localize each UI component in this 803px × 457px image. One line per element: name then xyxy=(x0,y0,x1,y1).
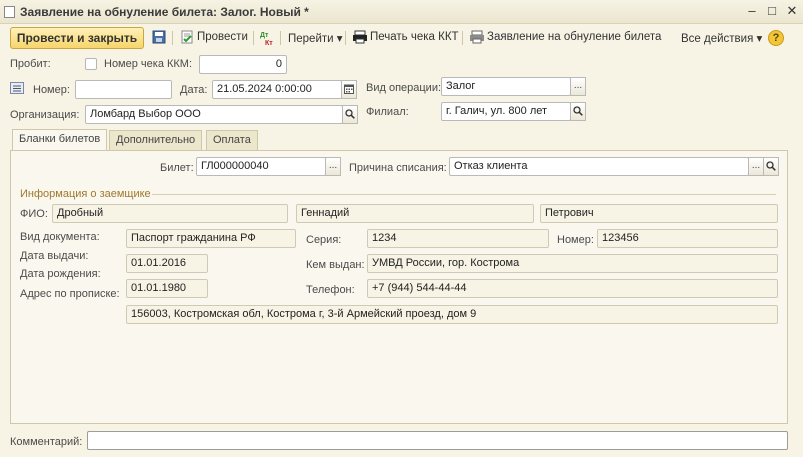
svg-text:Кт: Кт xyxy=(265,40,273,46)
help-icon[interactable]: ? xyxy=(768,30,784,46)
save-icon[interactable] xyxy=(152,30,166,44)
middle-name-field[interactable]: Петрович xyxy=(540,204,778,223)
kkm-check-field[interactable]: 0 xyxy=(199,55,287,74)
statement-print-button[interactable]: Заявление на обнуление билета xyxy=(487,31,661,43)
operation-select-button[interactable]: ... xyxy=(570,77,586,96)
tab-additional[interactable]: Дополнительно xyxy=(109,130,203,150)
toolbar-separator xyxy=(172,31,173,45)
search-icon[interactable] xyxy=(570,102,586,121)
ticket-select-button[interactable]: ... xyxy=(325,157,341,176)
svg-text:Дт: Дт xyxy=(260,32,269,39)
debit-credit-icon[interactable]: Дт Кт xyxy=(260,30,274,47)
all-actions-label: Все действия xyxy=(681,33,754,45)
series-field[interactable]: 1234 xyxy=(367,229,549,248)
birth-date-field[interactable]: 01.01.1980 xyxy=(126,279,208,298)
list-icon[interactable] xyxy=(10,82,24,97)
number-field[interactable] xyxy=(75,80,172,99)
tab-payment[interactable]: Оплата xyxy=(206,130,258,150)
address-label: Адрес по прописке: xyxy=(20,288,120,300)
organization-field[interactable]: Ломбард Выбор ООО xyxy=(85,105,343,124)
printer-icon xyxy=(469,30,484,44)
section-divider xyxy=(152,194,776,195)
punched-checkbox[interactable] xyxy=(85,58,97,70)
calendar-icon[interactable] xyxy=(341,80,357,99)
doc-type-field[interactable]: Паспорт гражданина РФ xyxy=(126,229,296,248)
toolbar: Провести и закрыть Провести Дт Кт Перейти… xyxy=(0,26,803,50)
operation-label: Вид операции: xyxy=(366,82,442,94)
printer-icon xyxy=(352,30,367,44)
date-field[interactable]: 21.05.2024 0:00:00 xyxy=(212,80,342,99)
search-icon[interactable] xyxy=(342,105,358,124)
post-document-icon xyxy=(180,30,194,44)
goto-menu[interactable]: Перейти ▾ xyxy=(288,31,343,45)
doc-number-label: Номер: xyxy=(557,234,594,246)
organization-label: Организация: xyxy=(10,109,80,121)
maximize-button[interactable]: □ xyxy=(764,3,780,19)
phone-label: Телефон: xyxy=(306,284,355,296)
series-label: Серия: xyxy=(306,234,342,246)
toolbar-separator xyxy=(462,31,463,45)
first-name-field[interactable]: Геннадий xyxy=(296,204,534,223)
chevron-down-icon: ▾ xyxy=(336,33,343,45)
issue-date-field[interactable]: 01.01.2016 xyxy=(126,254,208,273)
doc-type-label: Вид документа: xyxy=(20,231,100,243)
minimize-button[interactable]: – xyxy=(744,3,760,19)
search-icon[interactable] xyxy=(763,157,779,176)
toolbar-separator xyxy=(280,31,281,45)
branch-field[interactable]: г. Галич, ул. 800 лет xyxy=(441,102,571,121)
issued-by-field[interactable]: УМВД России, гор. Кострома xyxy=(367,254,778,273)
window-title: Заявление на обнуление билета: Залог. Но… xyxy=(20,5,309,19)
address-field[interactable]: 156003, Костромская обл, Кострома г, 3-й… xyxy=(126,305,778,324)
reason-select-button[interactable]: ... xyxy=(748,157,764,176)
doc-number-field[interactable]: 123456 xyxy=(597,229,778,248)
operation-field[interactable]: Залог xyxy=(441,77,571,96)
reason-field[interactable]: Отказ клиента xyxy=(449,157,749,176)
chevron-down-icon: ▾ xyxy=(756,33,763,45)
kkm-check-label: Номер чека ККМ: xyxy=(104,58,193,70)
phone-field[interactable]: +7 (944) 544-44-44 xyxy=(367,279,778,298)
goto-label: Перейти xyxy=(288,33,334,45)
branch-label: Филиал: xyxy=(366,106,409,118)
date-label: Дата: xyxy=(180,84,208,96)
tab-ticket-forms[interactable]: Бланки билетов xyxy=(12,129,108,151)
post-and-close-button[interactable]: Провести и закрыть xyxy=(10,27,144,49)
ticket-field[interactable]: ГЛ000000040 xyxy=(196,157,326,176)
toolbar-separator xyxy=(253,31,254,45)
comment-label: Комментарий: xyxy=(10,436,83,448)
title-bar: Заявление на обнуление билета: Залог. Но… xyxy=(0,0,803,24)
toolbar-separator xyxy=(345,31,346,45)
comment-field[interactable] xyxy=(87,431,788,450)
issue-date-label: Дата выдачи: xyxy=(20,250,89,262)
post-button[interactable]: Провести xyxy=(197,31,248,43)
issued-by-label: Кем выдан: xyxy=(306,259,365,271)
all-actions-menu[interactable]: Все действия ▾ xyxy=(681,31,762,45)
number-label: Номер: xyxy=(33,84,70,96)
fio-label: ФИО: xyxy=(20,208,48,220)
last-name-field[interactable]: Дробный xyxy=(52,204,288,223)
ticket-label: Билет: xyxy=(160,162,194,174)
borrower-section-title: Информация о заемщике xyxy=(20,188,151,200)
print-kkt-button[interactable]: Печать чека ККТ xyxy=(370,31,459,43)
birth-date-label: Дата рождения: xyxy=(20,268,101,280)
close-button[interactable]: ✕ xyxy=(784,3,800,19)
reason-label: Причина списания: xyxy=(349,162,447,174)
punched-label: Пробит: xyxy=(10,58,51,70)
document-icon xyxy=(4,6,15,18)
